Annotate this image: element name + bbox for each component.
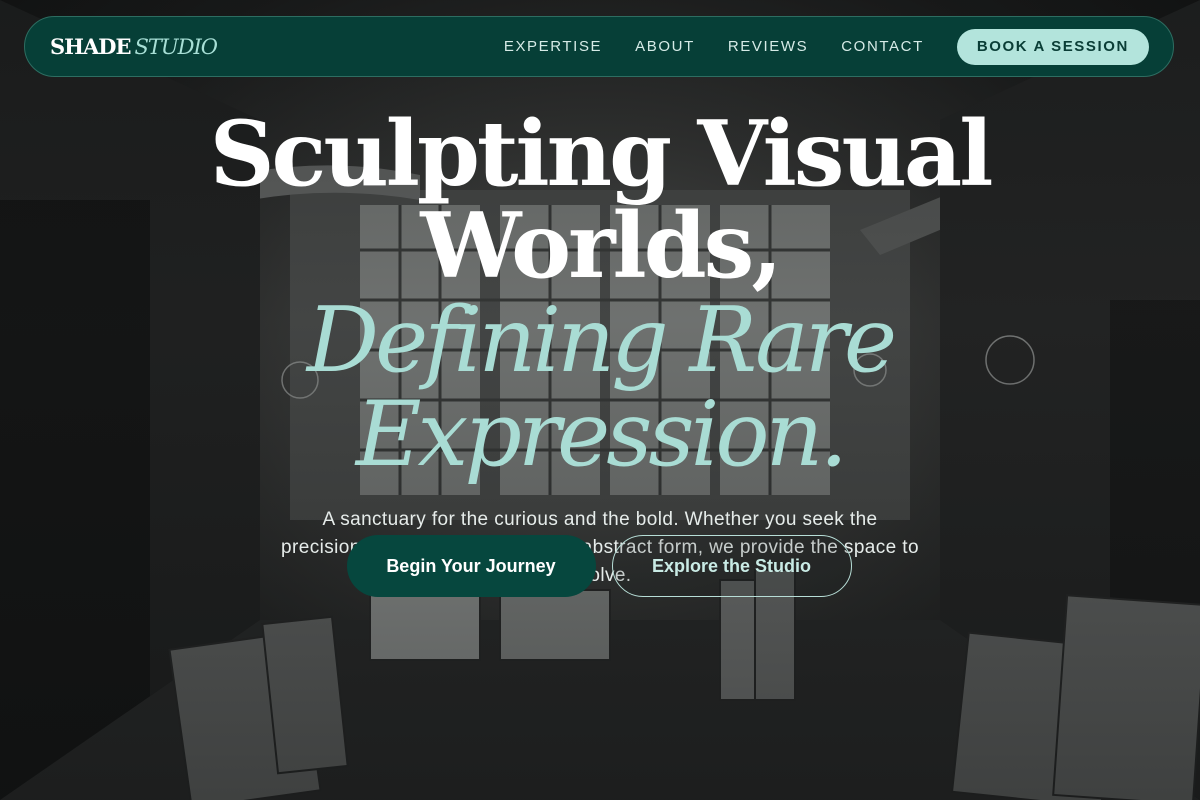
nav-link-about[interactable]: ABOUT — [635, 38, 695, 55]
hero-accent-headline: Defining Rare Expression. — [0, 294, 1200, 482]
hero-accent-line-1: Defining Rare — [306, 288, 897, 393]
site-logo[interactable]: SHADE STUDIO — [50, 34, 218, 59]
hero-headline-line-2: Worlds, — [420, 193, 782, 299]
hero-headline: Sculpting Visual Worlds, — [0, 108, 1200, 292]
nav-link-reviews[interactable]: REVIEWS — [728, 38, 808, 55]
nav-link-contact[interactable]: CONTACT — [841, 38, 924, 55]
hero-buttons: Begin Your Journey Explore the Studio — [0, 535, 1200, 597]
logo-primary-text: SHADE — [50, 34, 132, 59]
logo-secondary-text: STUDIO — [134, 35, 218, 59]
hero-accent-line-2: Expression. — [355, 382, 848, 487]
hero-section: Sculpting Visual Worlds, Defining Rare E… — [0, 100, 1200, 590]
hero-headline-line-1: Sculpting Visual — [209, 101, 994, 207]
nav-links: EXPERTISE ABOUT REVIEWS CONTACT BOOK A S… — [504, 28, 1149, 65]
top-navigation-bar: SHADE STUDIO EXPERTISE ABOUT REVIEWS CON… — [24, 16, 1174, 77]
begin-journey-button[interactable]: Begin Your Journey — [346, 535, 596, 597]
nav-link-expertise[interactable]: EXPERTISE — [504, 38, 602, 55]
explore-studio-button[interactable]: Explore the Studio — [611, 535, 852, 597]
book-session-button[interactable]: BOOK A SESSION — [956, 28, 1149, 65]
